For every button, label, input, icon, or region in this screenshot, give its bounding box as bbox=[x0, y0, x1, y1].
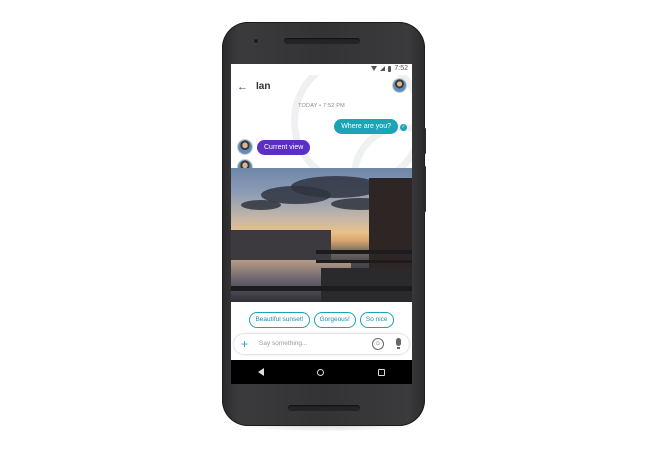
composer: + Say something... ☺ bbox=[234, 334, 409, 354]
navigation-bar bbox=[231, 360, 412, 384]
battery-icon bbox=[388, 65, 392, 72]
status-bar: 7:52 bbox=[231, 64, 412, 75]
outgoing-message-bubble[interactable]: Where are you? bbox=[334, 119, 398, 134]
top-speaker bbox=[284, 38, 360, 44]
nav-home-icon[interactable] bbox=[317, 368, 325, 376]
volume-button bbox=[423, 166, 426, 212]
status-time: 7:52 bbox=[394, 65, 408, 72]
smart-reply-chips: Beautiful sunset! Gorgeous! So nice bbox=[231, 312, 412, 328]
nav-recents-icon[interactable] bbox=[378, 368, 386, 376]
smart-reply-chip[interactable]: So nice bbox=[359, 312, 394, 328]
app-bar: ← Ian bbox=[231, 77, 412, 101]
plus-icon[interactable]: + bbox=[241, 336, 248, 352]
read-receipt-icon: ✓ bbox=[400, 124, 407, 131]
message-timestamp: TODAY • 7:52 PM bbox=[298, 103, 345, 109]
microphone-icon[interactable] bbox=[396, 338, 401, 346]
microphone-stand bbox=[397, 347, 400, 349]
front-camera bbox=[253, 38, 259, 44]
shared-photo[interactable] bbox=[231, 168, 412, 302]
contact-avatar[interactable] bbox=[393, 79, 406, 92]
smart-reply-chip[interactable]: Gorgeous! bbox=[313, 312, 356, 328]
contact-name: Ian bbox=[256, 81, 271, 92]
signal-icon bbox=[380, 66, 386, 71]
emoji-icon[interactable]: ☺ bbox=[372, 338, 384, 350]
wifi-icon bbox=[371, 66, 378, 71]
phone-screen: 7:52 ← Ian TODAY • 7:52 PM Where are you… bbox=[231, 64, 412, 384]
nav-back-icon[interactable] bbox=[257, 368, 264, 376]
smart-reply-chip[interactable]: Beautiful sunset! bbox=[249, 312, 310, 328]
power-button bbox=[423, 128, 426, 154]
bottom-speaker bbox=[288, 405, 360, 411]
sender-avatar bbox=[238, 140, 252, 154]
incoming-message-bubble[interactable]: Current view bbox=[257, 140, 311, 155]
message-input[interactable]: Say something... bbox=[259, 334, 307, 354]
arrow-left-icon[interactable]: ← bbox=[237, 81, 248, 93]
